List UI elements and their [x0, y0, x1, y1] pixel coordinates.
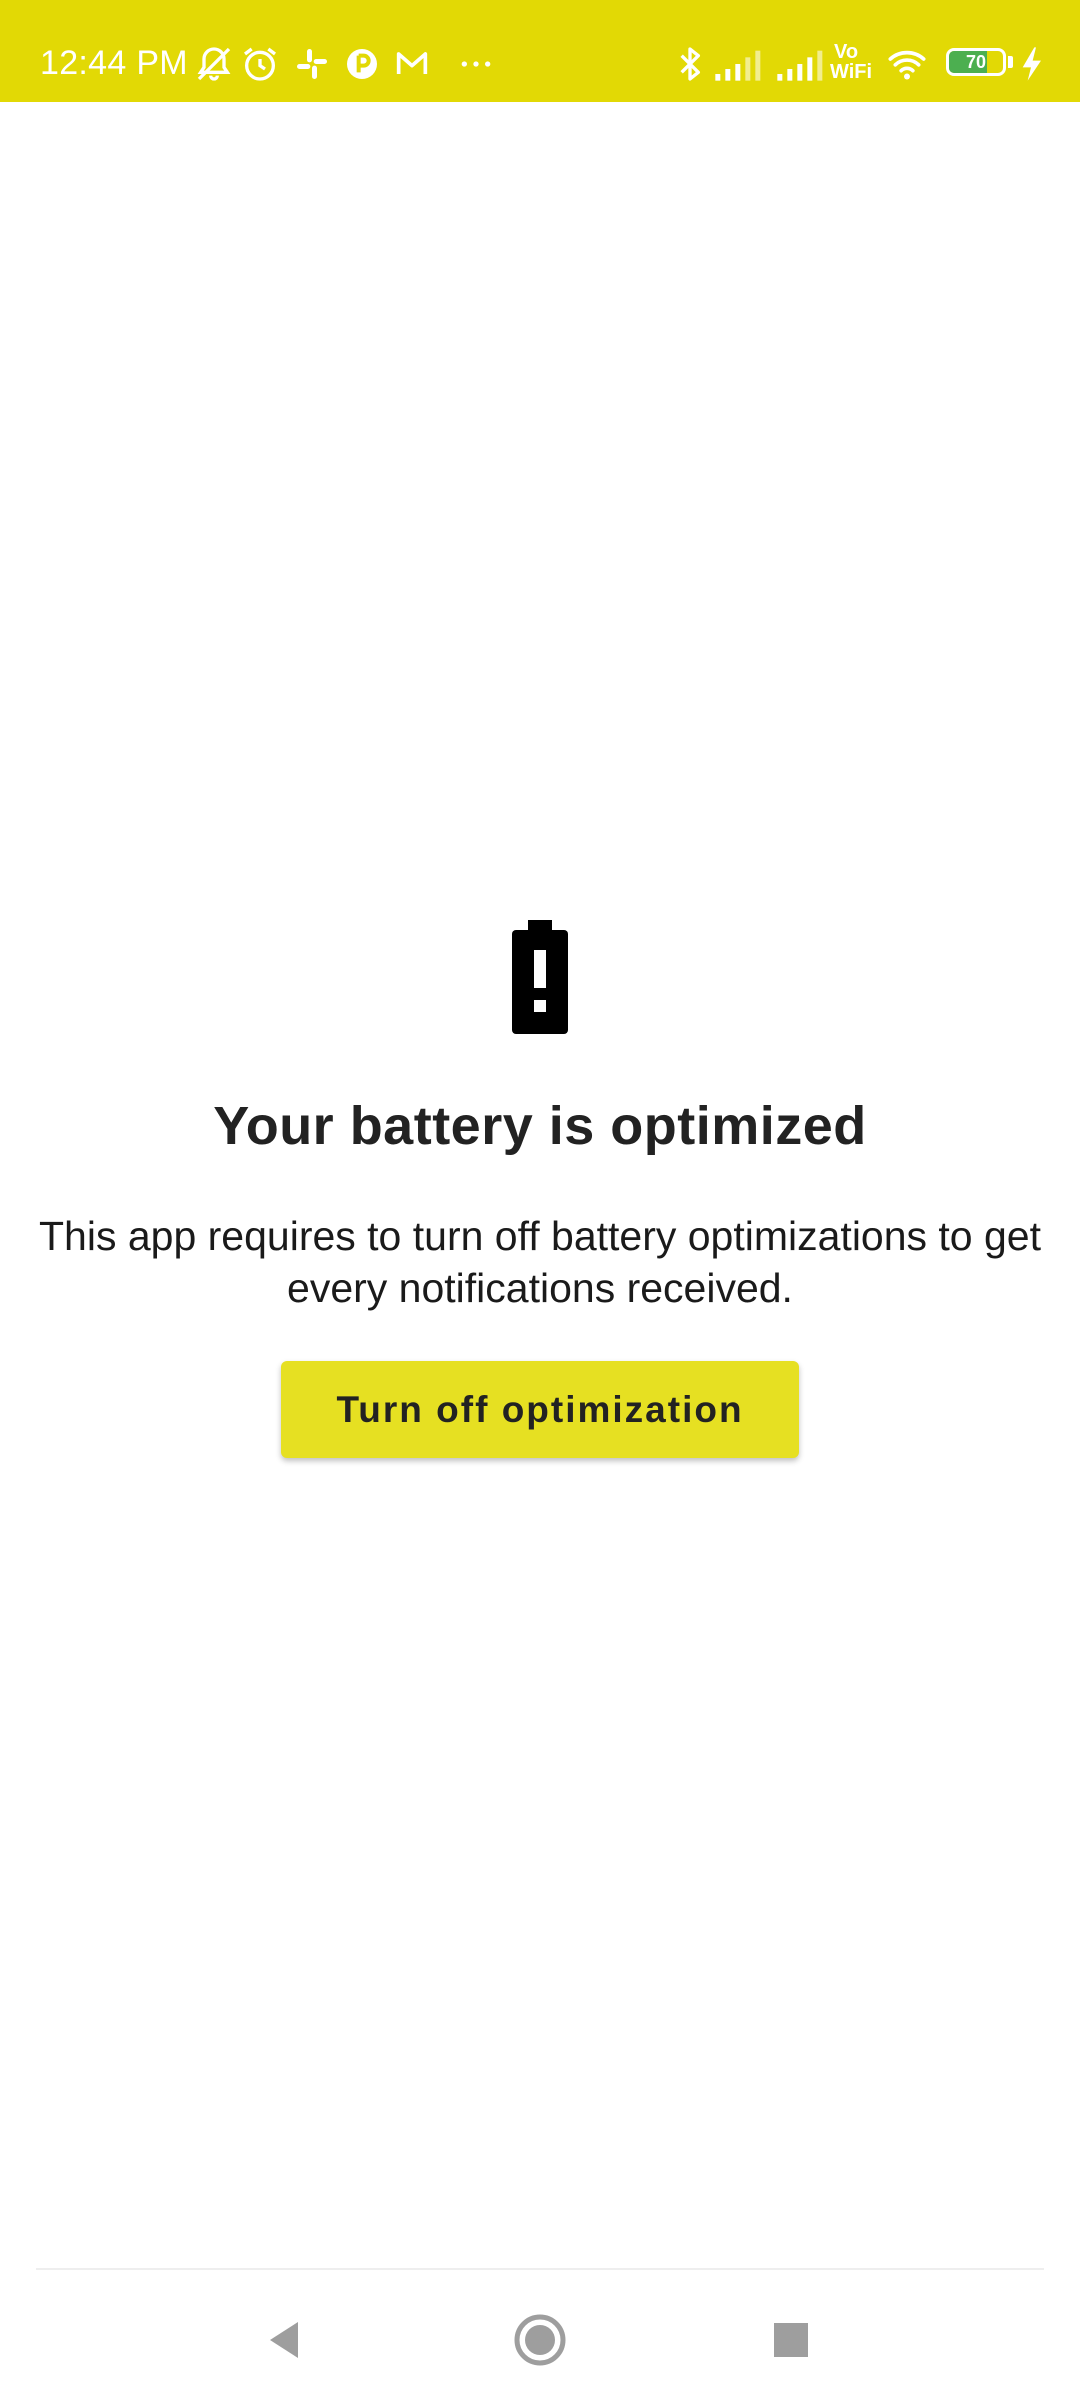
turn-off-optimization-button[interactable]: Turn off optimization — [281, 1361, 799, 1458]
recents-button[interactable] — [751, 2300, 831, 2380]
notifications-off-icon — [194, 44, 238, 88]
status-time: 12:44 PM — [40, 44, 188, 82]
back-icon — [270, 2322, 298, 2358]
more-dots-icon — [454, 44, 498, 88]
back-button[interactable] — [244, 2300, 324, 2380]
bluetooth-icon — [670, 44, 714, 88]
signal-icon — [774, 44, 823, 88]
wifi-icon — [884, 44, 928, 88]
charging-icon — [1016, 44, 1060, 88]
home-button[interactable] — [500, 2300, 580, 2380]
vowifi-icon: Vo WiFi — [830, 42, 872, 82]
description-text: This app requires to turn off battery op… — [39, 1213, 1041, 1311]
battery-level: 70 — [965, 52, 987, 72]
battery-alert-icon — [510, 920, 570, 1034]
vowifi-top-label: Vo — [834, 41, 859, 63]
app-circle-icon — [342, 44, 386, 88]
recents-icon — [774, 2323, 808, 2357]
alarm-icon — [240, 44, 284, 88]
status-bar: 12:44 PM Vo WiFi 70 — [0, 0, 1080, 102]
battery-icon: 70 — [946, 48, 1006, 76]
screen: 12:44 PM Vo WiFi 70 Your battery is opti… — [0, 0, 1080, 2400]
vowifi-bottom-label: WiFi — [830, 61, 873, 83]
home-icon — [514, 2314, 566, 2366]
nav-divider — [36, 2268, 1044, 2270]
signal-icon — [712, 44, 761, 88]
gmail-icon — [392, 44, 436, 88]
battery-nub — [1008, 56, 1013, 68]
page-title: Your battery is optimized — [213, 1096, 867, 1156]
slack-icon — [292, 44, 336, 88]
